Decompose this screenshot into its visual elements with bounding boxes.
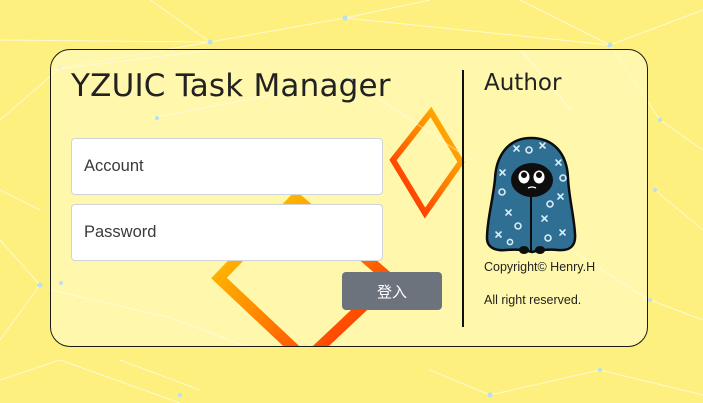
- hooded-character-icon: [485, 136, 577, 254]
- rights-text: All right reserved.: [484, 293, 582, 307]
- password-input[interactable]: [71, 204, 383, 261]
- login-card: YZUIC Task Manager 登入 Author: [50, 49, 648, 347]
- page-title: YZUIC Task Manager: [71, 68, 391, 104]
- login-button[interactable]: 登入: [342, 272, 442, 310]
- author-heading: Author: [484, 70, 562, 96]
- vertical-divider: [462, 70, 464, 327]
- account-input[interactable]: [71, 138, 383, 195]
- copyright-text: Copyright© Henry.H: [484, 260, 596, 274]
